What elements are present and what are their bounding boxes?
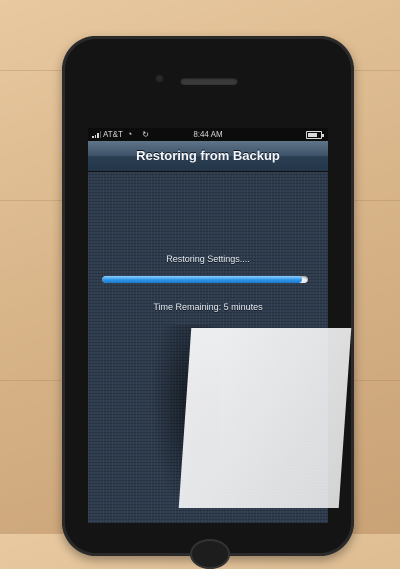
time-remaining-label: Time Remaining: 5 minutes <box>153 302 263 312</box>
status-time: 8:44 AM <box>193 130 223 139</box>
home-button[interactable] <box>190 539 230 569</box>
restore-progress-bar <box>102 276 308 283</box>
navigation-bar: Restoring from Backup <box>88 141 328 172</box>
battery-icon <box>306 131 324 139</box>
page-title: Restoring from Backup <box>136 148 280 163</box>
front-camera <box>155 74 164 83</box>
status-bar: AT&T ◔ ↻ 8:44 AM <box>88 128 328 141</box>
progress-fill <box>102 276 302 283</box>
screen-glare <box>178 328 352 508</box>
earpiece-speaker <box>180 77 238 85</box>
restore-status-label: Restoring Settings.... <box>166 254 250 264</box>
